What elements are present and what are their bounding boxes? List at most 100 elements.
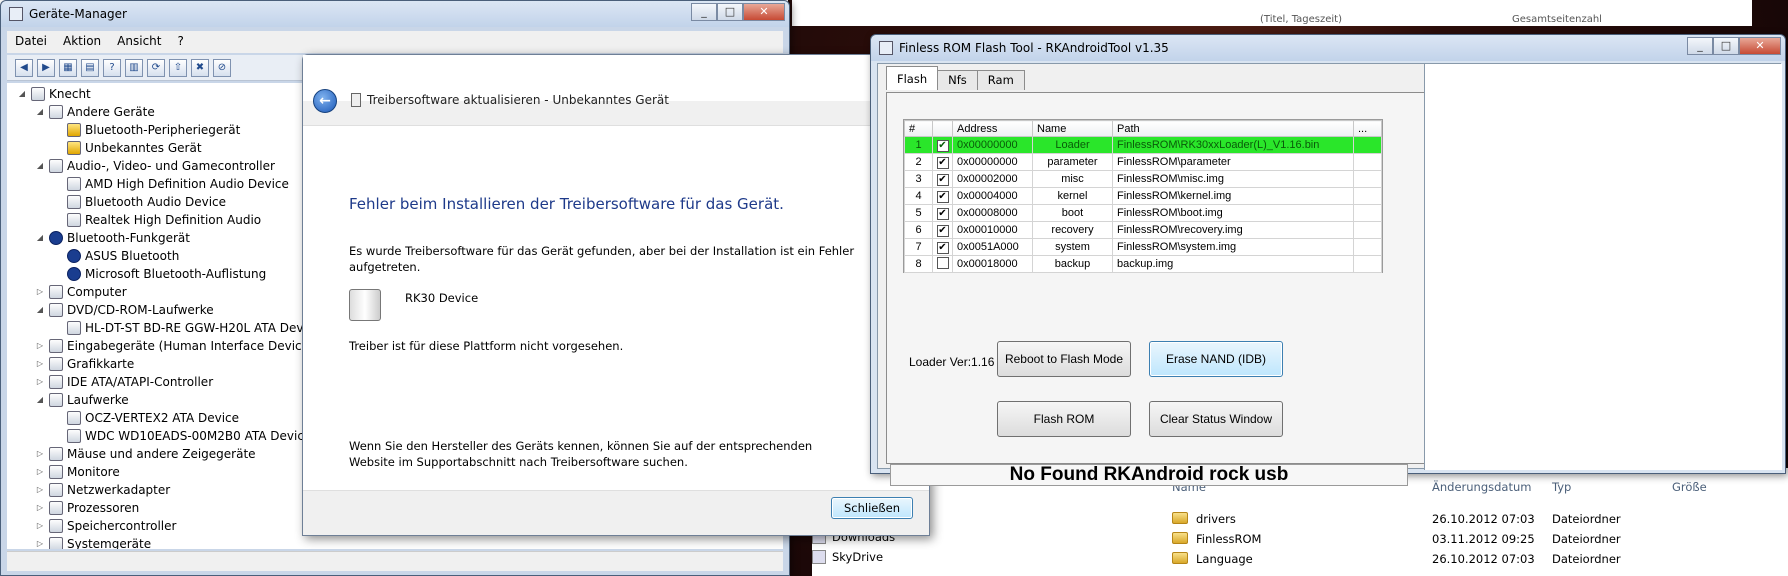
checkbox[interactable] — [936, 256, 949, 269]
maximize-icon[interactable]: □ — [1713, 37, 1739, 55]
expand-icon[interactable]: ▷ — [35, 337, 45, 355]
file-row[interactable]: Language 26.10.2012 07:03 Dateiordner — [1162, 552, 1788, 572]
column-type[interactable]: Typ — [1552, 480, 1571, 494]
minimize-icon[interactable]: _ — [691, 3, 717, 21]
device-tree-item[interactable]: ◢ DVD/CD-ROM-Laufwerke — [35, 301, 214, 319]
device-tree-item[interactable]: ▷ Prozessoren — [35, 499, 139, 517]
menu-help[interactable]: ? — [177, 34, 183, 50]
checkbox[interactable]: ✔ — [936, 224, 949, 237]
device-tree-item[interactable]: ▷ Eingabegeräte (Human Interface Devices) — [35, 337, 320, 355]
device-tree-item[interactable]: ▷ Speichercontroller — [35, 517, 176, 535]
column-more[interactable]: ... — [1353, 120, 1382, 137]
partition-row[interactable]: 5 ✔ 0x00008000 boot FinlessROM\boot.img — [904, 204, 1382, 222]
device-tree-item[interactable]: AMD High Definition Audio Device — [53, 175, 289, 193]
device-tree-item[interactable]: ◢ Audio-, Video- und Gamecontroller — [35, 157, 275, 175]
device-tree-item[interactable]: Unbekanntes Gerät — [53, 139, 202, 157]
device-manager-titlebar[interactable]: Geräte-Manager _ □ ✕ — [1, 1, 789, 27]
column-address[interactable]: Address — [952, 120, 1033, 137]
checkbox[interactable]: ✔ — [936, 241, 949, 254]
close-icon[interactable]: ✕ — [1739, 37, 1781, 55]
device-tree-item[interactable]: ◢ Bluetooth-Funkgerät — [35, 229, 190, 247]
forward-arrow-icon[interactable]: ▶ — [37, 59, 55, 77]
menu-datei[interactable]: Datei — [15, 34, 47, 50]
checkbox[interactable]: ✔ — [936, 139, 949, 152]
row-checkbox[interactable]: ✔ — [932, 153, 953, 171]
expand-icon[interactable]: ▷ — [35, 445, 45, 463]
clear-status-button[interactable]: Clear Status Window — [1149, 401, 1283, 437]
collapse-icon[interactable]: ◢ — [35, 229, 45, 247]
device-tree-item[interactable]: ▷ Grafikkarte — [35, 355, 134, 373]
device-tree-item[interactable]: HL-DT-ST BD-RE GGW-H20L ATA Device — [53, 319, 321, 337]
reboot-flash-mode-button[interactable]: Reboot to Flash Mode — [997, 341, 1131, 377]
row-checkbox[interactable]: ✔ — [932, 170, 953, 188]
menu-ansicht[interactable]: Ansicht — [117, 34, 161, 50]
partition-row[interactable]: 4 ✔ 0x00004000 kernel FinlessROM\kernel.img — [904, 187, 1382, 205]
device-tree-item[interactable]: ▷ IDE ATA/ATAPI-Controller — [35, 373, 213, 391]
device-tree-item[interactable]: ▷ Mäuse und andere Zeigegeräte — [35, 445, 256, 463]
partition-row[interactable]: 1 ✔ 0x00000000 Loader FinlessROM\RK30xxLoade… — [904, 136, 1382, 154]
partition-table[interactable]: # Address Name Path ... 1 ✔ 0x00000000 Load… — [903, 119, 1383, 273]
file-row[interactable]: FinlessROM 03.11.2012 09:25 Dateiordner — [1162, 532, 1788, 552]
device-tree-item[interactable]: ASUS Bluetooth — [53, 247, 179, 265]
file-row[interactable]: drivers 26.10.2012 07:03 Dateiordner — [1162, 512, 1788, 532]
row-checkbox[interactable] — [932, 255, 953, 273]
help-icon[interactable]: ? — [103, 59, 121, 77]
close-icon[interactable]: ✕ — [743, 3, 785, 21]
device-tree-item[interactable]: Bluetooth-Peripheriegerät — [53, 121, 240, 139]
device-tree-item[interactable]: ◢ Andere Geräte — [35, 103, 155, 121]
expand-icon[interactable]: ▷ — [35, 463, 45, 481]
back-arrow-icon[interactable]: ← — [313, 89, 337, 113]
device-tree-item[interactable]: ▷ Monitore — [35, 463, 120, 481]
collapse-icon[interactable]: ◢ — [17, 85, 27, 103]
device-tree-item[interactable]: ◢ Knecht — [17, 85, 91, 103]
row-checkbox[interactable]: ✔ — [932, 204, 953, 222]
expand-icon[interactable]: ▷ — [35, 499, 45, 517]
tab-nfs[interactable]: Nfs — [937, 70, 978, 90]
uninstall-icon[interactable]: ✖ — [191, 59, 209, 77]
maximize-icon[interactable]: □ — [717, 3, 743, 21]
row-checkbox[interactable]: ✔ — [932, 238, 953, 256]
column-name[interactable]: Name — [1032, 120, 1113, 137]
column-path[interactable]: Path — [1112, 120, 1354, 137]
expand-icon[interactable]: ▷ — [35, 517, 45, 535]
minimize-icon[interactable]: _ — [1687, 37, 1713, 55]
partition-row[interactable]: 7 ✔ 0x0051A000 system FinlessROM\system.img — [904, 238, 1382, 256]
properties-icon[interactable]: ▤ — [81, 59, 99, 77]
device-tree-item[interactable]: Bluetooth Audio Device — [53, 193, 226, 211]
update-driver-icon[interactable]: ⇧ — [169, 59, 187, 77]
device-tree-item[interactable]: ▷ Systemgeräte — [35, 535, 151, 549]
device-tree-item[interactable]: ▷ Netzwerkadapter — [35, 481, 170, 499]
checkbox[interactable]: ✔ — [936, 190, 949, 203]
device-tree-item[interactable]: Microsoft Bluetooth-Auflistung — [53, 265, 266, 283]
partition-row[interactable]: 2 ✔ 0x00000000 parameter FinlessROM\paramete… — [904, 153, 1382, 171]
column-check[interactable] — [932, 120, 953, 137]
column-index[interactable]: # — [904, 120, 933, 137]
tab-flash[interactable]: Flash — [886, 66, 939, 90]
device-tree-item[interactable]: WDC WD10EADS-00M2B0 ATA Device — [53, 427, 311, 445]
device-tree-item[interactable]: ◢ Laufwerke — [35, 391, 129, 409]
device-tree-item[interactable]: ▷ Computer — [35, 283, 127, 301]
collapse-icon[interactable]: ◢ — [35, 157, 45, 175]
device-tree-item[interactable]: OCZ-VERTEX2 ATA Device — [53, 409, 239, 427]
back-arrow-icon[interactable]: ◀ — [15, 59, 33, 77]
checkbox[interactable]: ✔ — [936, 207, 949, 220]
device-tree-item[interactable]: Realtek High Definition Audio — [53, 211, 261, 229]
partition-row[interactable]: 3 ✔ 0x00002000 misc FinlessROM\misc.img — [904, 170, 1382, 188]
close-button[interactable]: Schließen — [831, 497, 913, 519]
row-checkbox[interactable]: ✔ — [932, 221, 953, 239]
erase-nand-button[interactable]: Erase NAND (IDB) — [1149, 341, 1283, 377]
column-date[interactable]: Änderungsdatum — [1432, 480, 1531, 494]
expand-icon[interactable]: ▷ — [35, 481, 45, 499]
expand-icon[interactable]: ▷ — [35, 535, 45, 549]
expand-icon[interactable]: ▷ — [35, 373, 45, 391]
status-log-window[interactable] — [1424, 64, 1782, 470]
tab-ram[interactable]: Ram — [976, 70, 1025, 90]
nav-item-skydrive[interactable]: SkyDrive — [812, 550, 883, 564]
partition-row[interactable]: 8 0x00018000 backup backup.img — [904, 255, 1382, 273]
disable-icon[interactable]: ⊘ — [213, 59, 231, 77]
row-checkbox[interactable]: ✔ — [932, 136, 953, 154]
scan-hardware-icon[interactable]: ⟳ — [147, 59, 165, 77]
checkbox[interactable]: ✔ — [936, 173, 949, 186]
partition-row[interactable]: 6 ✔ 0x00010000 recovery FinlessROM\recovery.… — [904, 221, 1382, 239]
collapse-icon[interactable]: ◢ — [35, 391, 45, 409]
